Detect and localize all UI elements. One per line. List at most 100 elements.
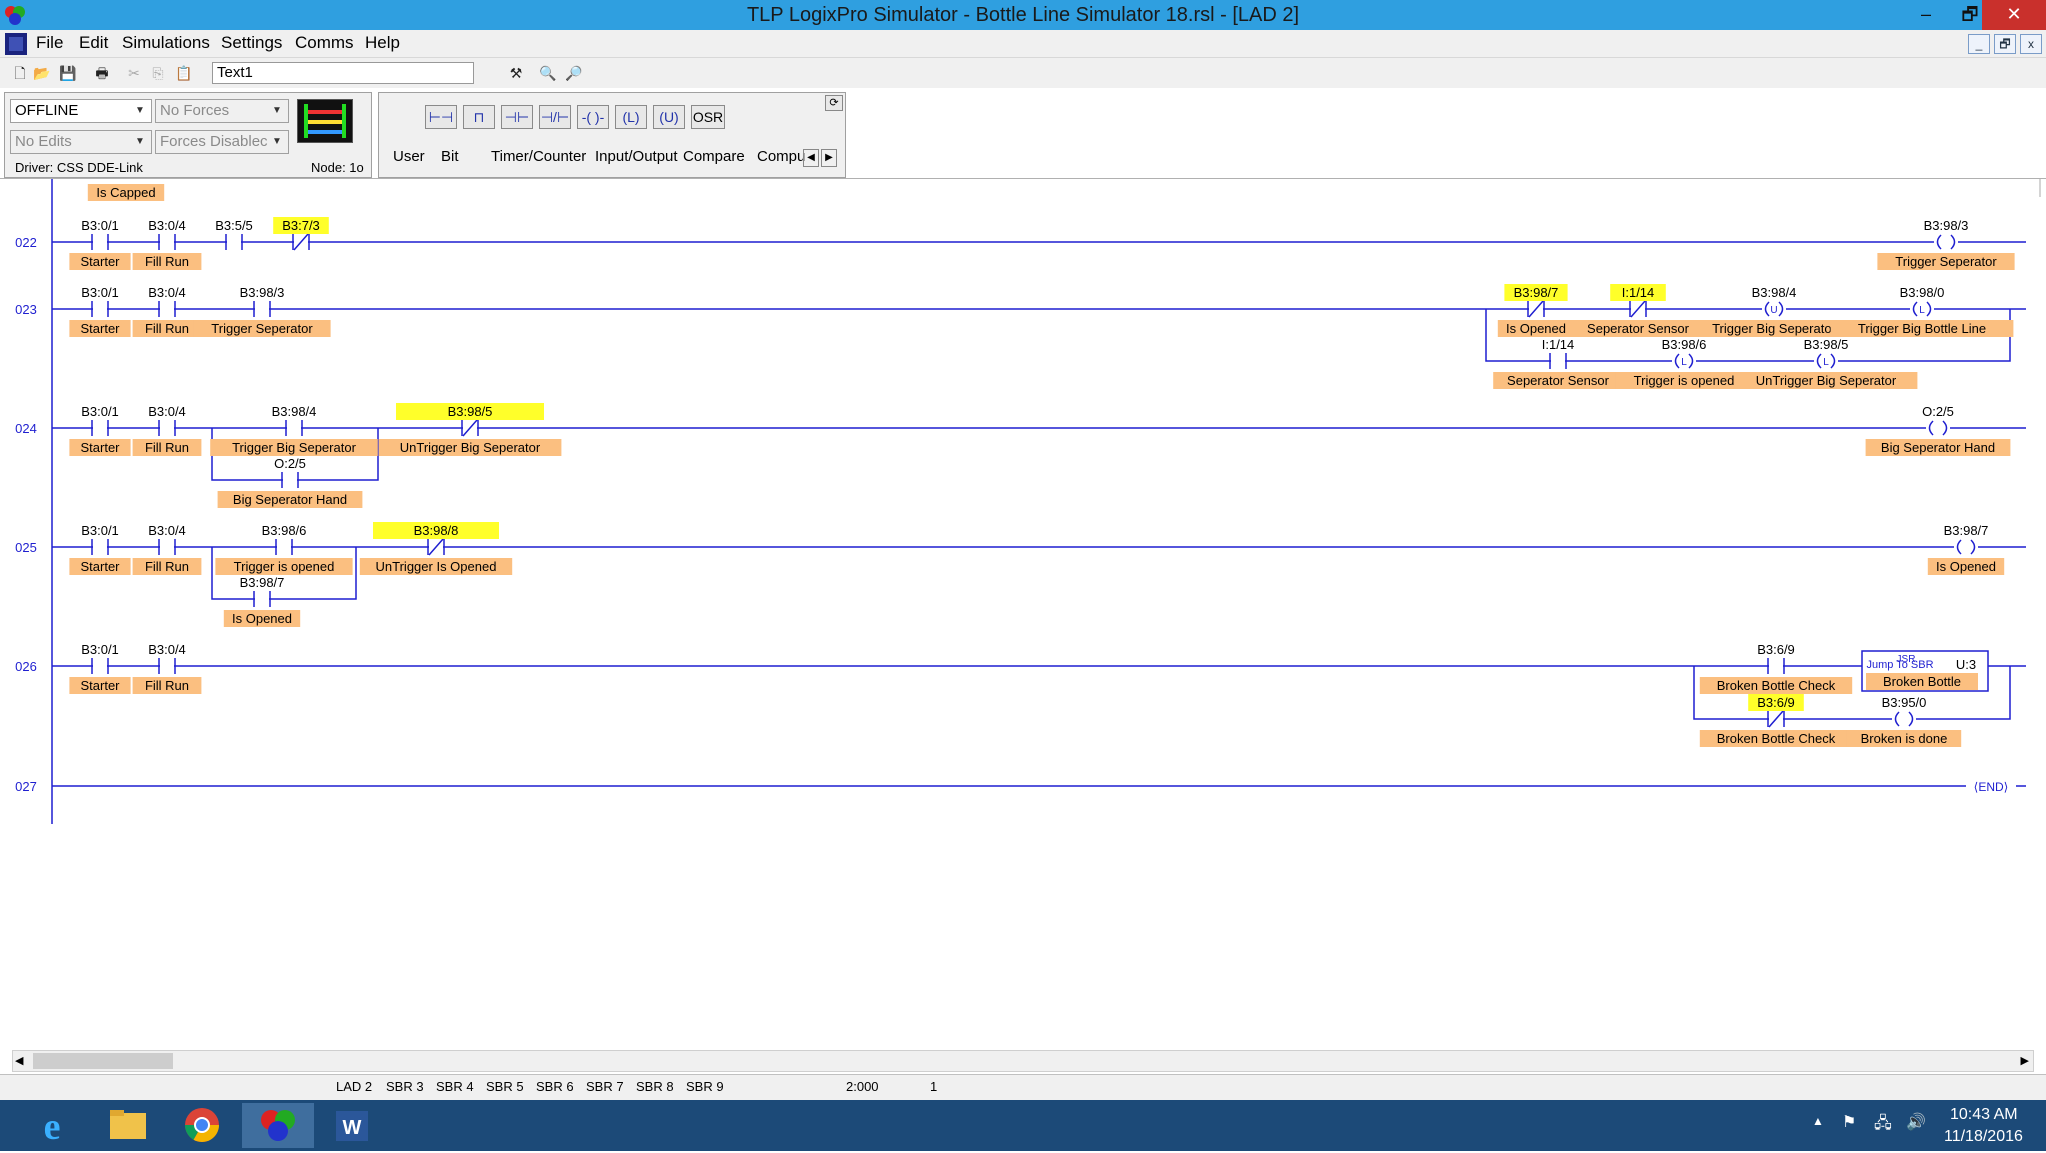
horizontal-scrollbar[interactable]: ◀ ▶ — [12, 1050, 2034, 1072]
show-hidden-icons-icon[interactable]: ▲ — [1812, 1114, 1824, 1128]
mdi-close-button[interactable]: x — [2020, 34, 2042, 54]
scroll-left-icon[interactable]: ◀ — [15, 1054, 23, 1067]
file-tab-sbr6[interactable]: SBR 6 — [536, 1079, 574, 1094]
rung-instruction-xic — [158, 539, 176, 555]
zoom-out-icon[interactable]: 🔎 — [564, 63, 584, 83]
branch-instruction-button[interactable]: ⊢⊣ — [425, 105, 457, 129]
instruction-address: B3:0/1 — [81, 642, 119, 657]
mdi-minimize-button[interactable]: _ — [1968, 34, 1990, 54]
file-tab-sbr5[interactable]: SBR 5 — [486, 1079, 524, 1094]
instruction-address: B3:98/7 — [240, 575, 285, 590]
mdi-restore-button[interactable]: 🗗 — [1994, 34, 2016, 54]
word-icon[interactable]: W — [316, 1103, 388, 1148]
rung-instruction-ote — [1926, 420, 1950, 436]
print-icon[interactable]: 🖶 — [92, 63, 112, 83]
tools-icon[interactable]: ⚒ — [506, 63, 526, 83]
branch-level-button[interactable]: ⊓ — [463, 105, 495, 129]
forces-select[interactable]: No Forces ▼ — [155, 99, 289, 123]
file-tab-sbr9[interactable]: SBR 9 — [686, 1079, 724, 1094]
contact-gap — [255, 307, 269, 311]
tab-bit[interactable]: Bit — [441, 148, 459, 165]
file-tab-sbr7[interactable]: SBR 7 — [586, 1079, 624, 1094]
clock-date[interactable]: 11/18/2016 — [1944, 1128, 2023, 1146]
tab-scroll-left-icon[interactable]: ◀ — [803, 149, 819, 167]
xic-instruction-button[interactable]: ⊣⊢ — [501, 105, 533, 129]
contact-gap — [93, 240, 107, 244]
rung-instruction-xio — [1629, 300, 1647, 318]
tab-scroll-right-icon[interactable]: ▶ — [821, 149, 837, 167]
chrome-icon[interactable] — [166, 1103, 238, 1148]
rung-026: 026 B3:0/1 Starter B3:0/4 Fill Run B3:6/9 Brok… — [15, 642, 2026, 747]
contact-gap — [283, 478, 297, 482]
file-tab-sbr4[interactable]: SBR 4 — [436, 1079, 474, 1094]
driver-label: Driver: CSS DDE-Link — [15, 160, 143, 175]
menu-comms[interactable]: Comms — [295, 33, 354, 53]
new-file-icon[interactable]: 🗋 — [10, 63, 30, 83]
instruction-address: B3:98/7 — [1514, 285, 1559, 300]
menu-settings[interactable]: Settings — [221, 33, 282, 53]
previous-rung-label: Is Capped — [96, 185, 155, 200]
rung-instruction-otl: L — [1672, 353, 1696, 369]
menu-file[interactable]: File — [36, 33, 63, 53]
scroll-right-icon[interactable]: ▶ — [2021, 1054, 2029, 1067]
instruction-description: Broken is done — [1861, 731, 1948, 746]
volume-icon[interactable]: 🔊 — [1906, 1112, 1926, 1132]
otl-instruction-button[interactable]: (L) — [615, 105, 647, 129]
tab-timer-counter[interactable]: Timer/Counter — [491, 148, 586, 165]
text-input[interactable]: Text1 — [212, 62, 474, 84]
menu-help[interactable]: Help — [365, 33, 400, 53]
contact-gap — [1769, 664, 1783, 668]
ote-instruction-button[interactable]: -( )- — [577, 105, 609, 129]
chevron-down-icon: ▼ — [135, 105, 145, 116]
close-button[interactable]: ✕ — [1982, 0, 2046, 30]
file-tab-sbr3[interactable]: SBR 3 — [386, 1079, 424, 1094]
document-icon[interactable] — [4, 32, 28, 56]
network-icon[interactable]: 🖧 — [1874, 1112, 1892, 1139]
instruction-address: I:1/14 — [1622, 285, 1655, 300]
menu-edit[interactable]: Edit — [79, 33, 108, 53]
minimize-button[interactable]: – — [1904, 0, 1948, 30]
rung-instruction-xio — [292, 233, 310, 251]
instruction-description: UnTrigger Is Opened — [376, 559, 497, 574]
scrollbar-thumb[interactable] — [33, 1053, 173, 1069]
copy-icon[interactable]: ⎘ — [148, 63, 168, 83]
instruction-address: B3:98/5 — [448, 404, 493, 419]
chevron-down-icon: ▼ — [135, 136, 145, 147]
contact-gap — [160, 664, 174, 668]
rung-instruction-xic — [158, 420, 176, 436]
tab-input-output[interactable]: Input/Output — [595, 148, 678, 165]
osr-instruction-button[interactable]: OSR — [691, 105, 725, 129]
instruction-address: B3:0/1 — [81, 404, 119, 419]
forces-state-select[interactable]: Forces Disablec ▼ — [155, 130, 289, 154]
rung-instruction-otl: L — [1814, 353, 1838, 369]
contact-gap — [160, 307, 174, 311]
coil-type-letter: L — [1919, 305, 1925, 316]
ladder-view[interactable]: Is Capped 022 B3:0/1 Starter B3:0/4 Fill Run B… — [0, 178, 2046, 1048]
clock-time[interactable]: 10:43 AM — [1950, 1106, 2018, 1124]
refresh-icon[interactable]: ⟳ — [825, 95, 843, 111]
tab-compute[interactable]: Compu — [757, 148, 805, 165]
menu-simulations[interactable]: Simulations — [122, 33, 210, 53]
file-tab-lad2[interactable]: LAD 2 — [336, 1079, 372, 1094]
paste-icon[interactable]: 📋 — [174, 63, 194, 83]
save-icon[interactable]: 💾 — [58, 63, 78, 83]
file-tab-sbr8[interactable]: SBR 8 — [636, 1079, 674, 1094]
edits-select[interactable]: No Edits ▼ — [10, 130, 152, 154]
zoom-in-icon[interactable]: 🔍 — [538, 63, 558, 83]
open-folder-icon[interactable]: 📂 — [32, 63, 52, 83]
tab-compare[interactable]: Compare — [683, 148, 745, 165]
tab-user[interactable]: User — [393, 148, 425, 165]
contact-gap — [227, 240, 241, 244]
logixpro-taskbar-icon[interactable] — [242, 1103, 314, 1148]
file-explorer-icon[interactable] — [92, 1103, 164, 1148]
contact-gap — [160, 545, 174, 549]
rung-instruction-xio — [1767, 710, 1785, 728]
xio-instruction-button[interactable]: ⊣/⊢ — [539, 105, 571, 129]
action-center-flag-icon[interactable]: ⚑ — [1842, 1112, 1856, 1132]
otu-instruction-button[interactable]: (U) — [653, 105, 685, 129]
mode-select[interactable]: OFFLINE ▼ — [10, 99, 152, 123]
internet-explorer-icon[interactable]: e — [16, 1103, 88, 1148]
instruction-description: Starter — [80, 254, 120, 269]
rung-instruction-ote — [1934, 234, 1958, 250]
cut-icon[interactable]: ✂ — [124, 63, 144, 83]
